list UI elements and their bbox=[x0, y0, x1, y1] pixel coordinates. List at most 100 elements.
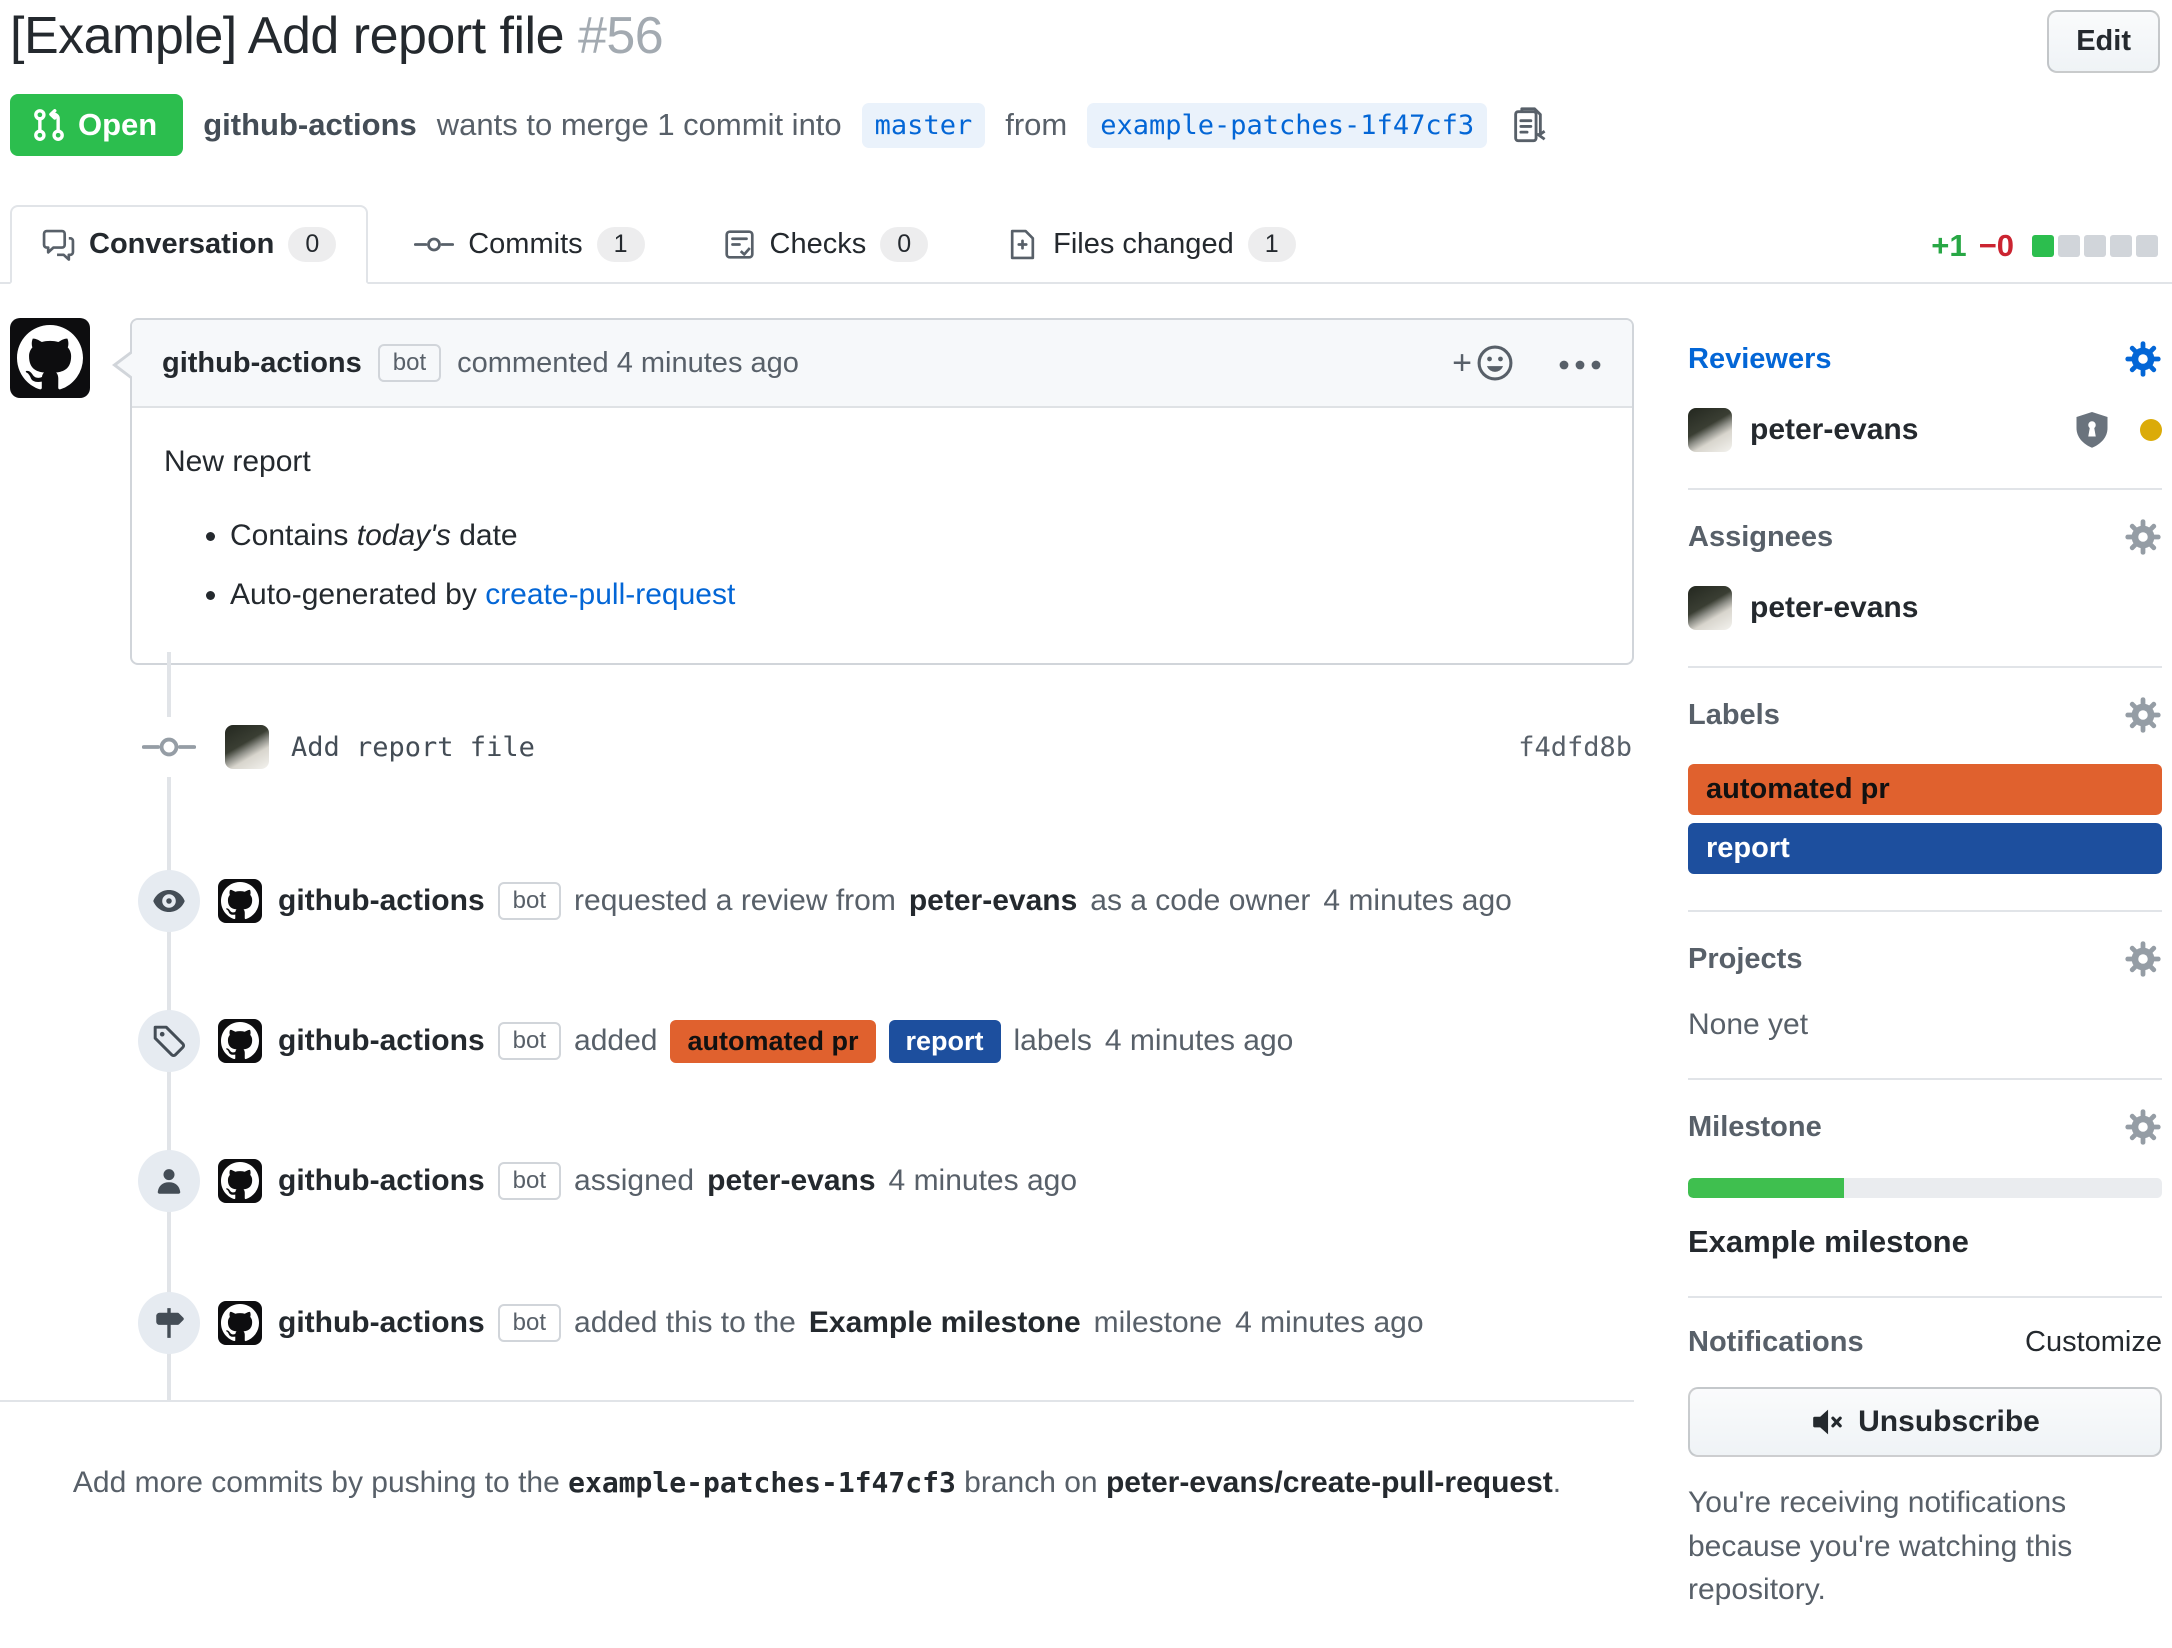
tab-label: Conversation bbox=[89, 228, 274, 261]
tab-checks[interactable]: Checks 0 bbox=[691, 205, 961, 284]
person-icon bbox=[138, 1150, 200, 1212]
event-post: as a code owner bbox=[1090, 884, 1310, 918]
pr-title-text: [Example] Add report file bbox=[10, 7, 564, 65]
milestone-title: Milestone bbox=[1688, 1111, 1822, 1144]
push-note-post: . bbox=[1553, 1466, 1561, 1499]
comment-list: Contains today's date Auto-generated by … bbox=[164, 514, 1600, 617]
event-post: labels bbox=[1014, 1024, 1092, 1058]
event-target[interactable]: Example milestone bbox=[809, 1306, 1081, 1340]
tab-conversation[interactable]: Conversation 0 bbox=[10, 205, 368, 284]
bullet1-em: today's bbox=[357, 519, 451, 552]
notifications-note: You're receiving notifications because y… bbox=[1688, 1481, 2162, 1612]
tag-icon bbox=[138, 1010, 200, 1072]
edit-button[interactable]: Edit bbox=[2047, 10, 2160, 73]
diffstat-deletions: −0 bbox=[1979, 228, 2014, 264]
event-actor-avatar[interactable] bbox=[218, 1019, 262, 1063]
labels-section: Labels automated pr report bbox=[1688, 666, 2162, 910]
pr-tabbar: Conversation 0 Commits 1 Checks 0 Files … bbox=[0, 204, 2172, 284]
milestone-gear-icon[interactable] bbox=[2124, 1108, 2162, 1146]
bot-badge: bot bbox=[498, 1304, 561, 1342]
event-text: github-actions bot added automated pr re… bbox=[278, 1020, 1293, 1063]
pull-request-page: { "header": { "title": "[Example] Add re… bbox=[0, 0, 2172, 1494]
event-pre: added this to the bbox=[574, 1306, 796, 1340]
sidebar-label-automated-pr[interactable]: automated pr bbox=[1688, 764, 2162, 815]
projects-gear-icon[interactable] bbox=[2124, 940, 2162, 978]
comment-author[interactable]: github-actions bbox=[162, 347, 362, 380]
reviewer-avatar[interactable] bbox=[1688, 408, 1732, 452]
assignee-row: peter-evans bbox=[1688, 586, 2162, 630]
push-note-mid: branch on bbox=[956, 1466, 1106, 1499]
diff-block bbox=[2110, 235, 2132, 257]
commit-author-avatar[interactable] bbox=[225, 725, 269, 769]
reviewers-gear-icon[interactable] bbox=[2124, 340, 2162, 378]
unsubscribe-button[interactable]: Unsubscribe bbox=[1688, 1387, 2162, 1457]
labels-gear-icon[interactable] bbox=[2124, 696, 2162, 734]
commit-message[interactable]: Add report file bbox=[291, 732, 535, 763]
event-actor-avatar[interactable] bbox=[218, 1301, 262, 1345]
pr-author[interactable]: github-actions bbox=[203, 107, 417, 143]
mute-icon bbox=[1810, 1405, 1844, 1439]
tab-commits[interactable]: Commits 1 bbox=[382, 205, 676, 284]
push-note-pre: Add more commits by pushing to the bbox=[73, 1466, 568, 1499]
bot-badge: bot bbox=[498, 1162, 561, 1200]
octocat-icon bbox=[17, 325, 83, 391]
milestone-name[interactable]: Example milestone bbox=[1688, 1224, 2162, 1260]
head-branch-chip[interactable]: example-patches-1f47cf3 bbox=[1087, 103, 1487, 148]
tasklist-icon bbox=[723, 228, 756, 261]
event-author[interactable]: github-actions bbox=[278, 1164, 485, 1198]
sidebar-label-report[interactable]: report bbox=[1688, 823, 2162, 874]
assignee-name[interactable]: peter-evans bbox=[1750, 591, 1918, 625]
assignees-header: Assignees bbox=[1688, 518, 2162, 556]
push-note: Add more commits by pushing to the examp… bbox=[0, 1466, 1634, 1500]
assignees-gear-icon[interactable] bbox=[2124, 518, 2162, 556]
label-report[interactable]: report bbox=[889, 1020, 1001, 1063]
assignee-avatar[interactable] bbox=[1688, 586, 1732, 630]
base-branch-chip[interactable]: master bbox=[862, 103, 986, 148]
event-author[interactable]: github-actions bbox=[278, 884, 485, 918]
tab-files-changed[interactable]: Files changed 1 bbox=[974, 205, 1327, 284]
git-commit-icon bbox=[141, 717, 197, 777]
timeline-footer-divider bbox=[0, 1400, 1634, 1402]
event-actor-avatar[interactable] bbox=[218, 1159, 262, 1203]
copy-branch-icon[interactable] bbox=[1509, 106, 1547, 144]
diff-block bbox=[2032, 235, 2054, 257]
tab-count: 1 bbox=[597, 227, 645, 262]
reviewer-row: peter-evans bbox=[1688, 408, 2162, 452]
review-pending-dot bbox=[2140, 419, 2162, 441]
notifications-header: Notifications Customize bbox=[1688, 1326, 2162, 1359]
tab-label: Commits bbox=[468, 228, 582, 261]
assignees-section: Assignees peter-evans bbox=[1688, 488, 2162, 666]
event-actor-avatar[interactable] bbox=[218, 879, 262, 923]
event-time: 4 minutes ago bbox=[1235, 1306, 1423, 1340]
bullet2-pre: Auto-generated by bbox=[230, 578, 485, 611]
bot-badge: bot bbox=[498, 1022, 561, 1060]
milestone-progress-fill bbox=[1688, 1178, 1844, 1198]
reviewer-name[interactable]: peter-evans bbox=[1750, 413, 1918, 447]
tab-label: Checks bbox=[770, 228, 867, 261]
comment-header: github-actions bot commented 4 minutes a… bbox=[132, 320, 1632, 408]
comment-author-avatar[interactable] bbox=[10, 318, 90, 398]
label-automated-pr[interactable]: automated pr bbox=[670, 1020, 875, 1063]
diffstat[interactable]: +1 −0 bbox=[1931, 228, 2158, 264]
diffstat-blocks bbox=[2028, 235, 2158, 257]
customize-link[interactable]: Customize bbox=[2025, 1326, 2162, 1359]
projects-empty: None yet bbox=[1688, 1008, 2162, 1042]
bullet1-pre: Contains bbox=[230, 519, 357, 552]
tab-count: 1 bbox=[1248, 227, 1296, 262]
event-author[interactable]: github-actions bbox=[278, 1024, 485, 1058]
add-reaction-button[interactable]: + bbox=[1452, 344, 1514, 382]
event-target[interactable]: peter-evans bbox=[707, 1164, 875, 1198]
commit-sha[interactable]: f4dfd8b bbox=[1518, 732, 1632, 763]
commit-row: Add report file f4dfd8b bbox=[0, 712, 1634, 782]
tab-count: 0 bbox=[288, 227, 336, 262]
comment-meta: commented 4 minutes ago bbox=[457, 347, 799, 380]
plus-sign: + bbox=[1452, 346, 1472, 380]
unsubscribe-label: Unsubscribe bbox=[1858, 1405, 2040, 1439]
event-author[interactable]: github-actions bbox=[278, 1306, 485, 1340]
lead-comment: github-actions bot commented 4 minutes a… bbox=[130, 318, 1634, 665]
create-pull-request-link[interactable]: create-pull-request bbox=[485, 578, 735, 611]
comment-kebab-menu[interactable] bbox=[1558, 347, 1602, 380]
diff-block bbox=[2084, 235, 2106, 257]
shield-icon bbox=[2072, 410, 2112, 450]
event-target[interactable]: peter-evans bbox=[909, 884, 1077, 918]
